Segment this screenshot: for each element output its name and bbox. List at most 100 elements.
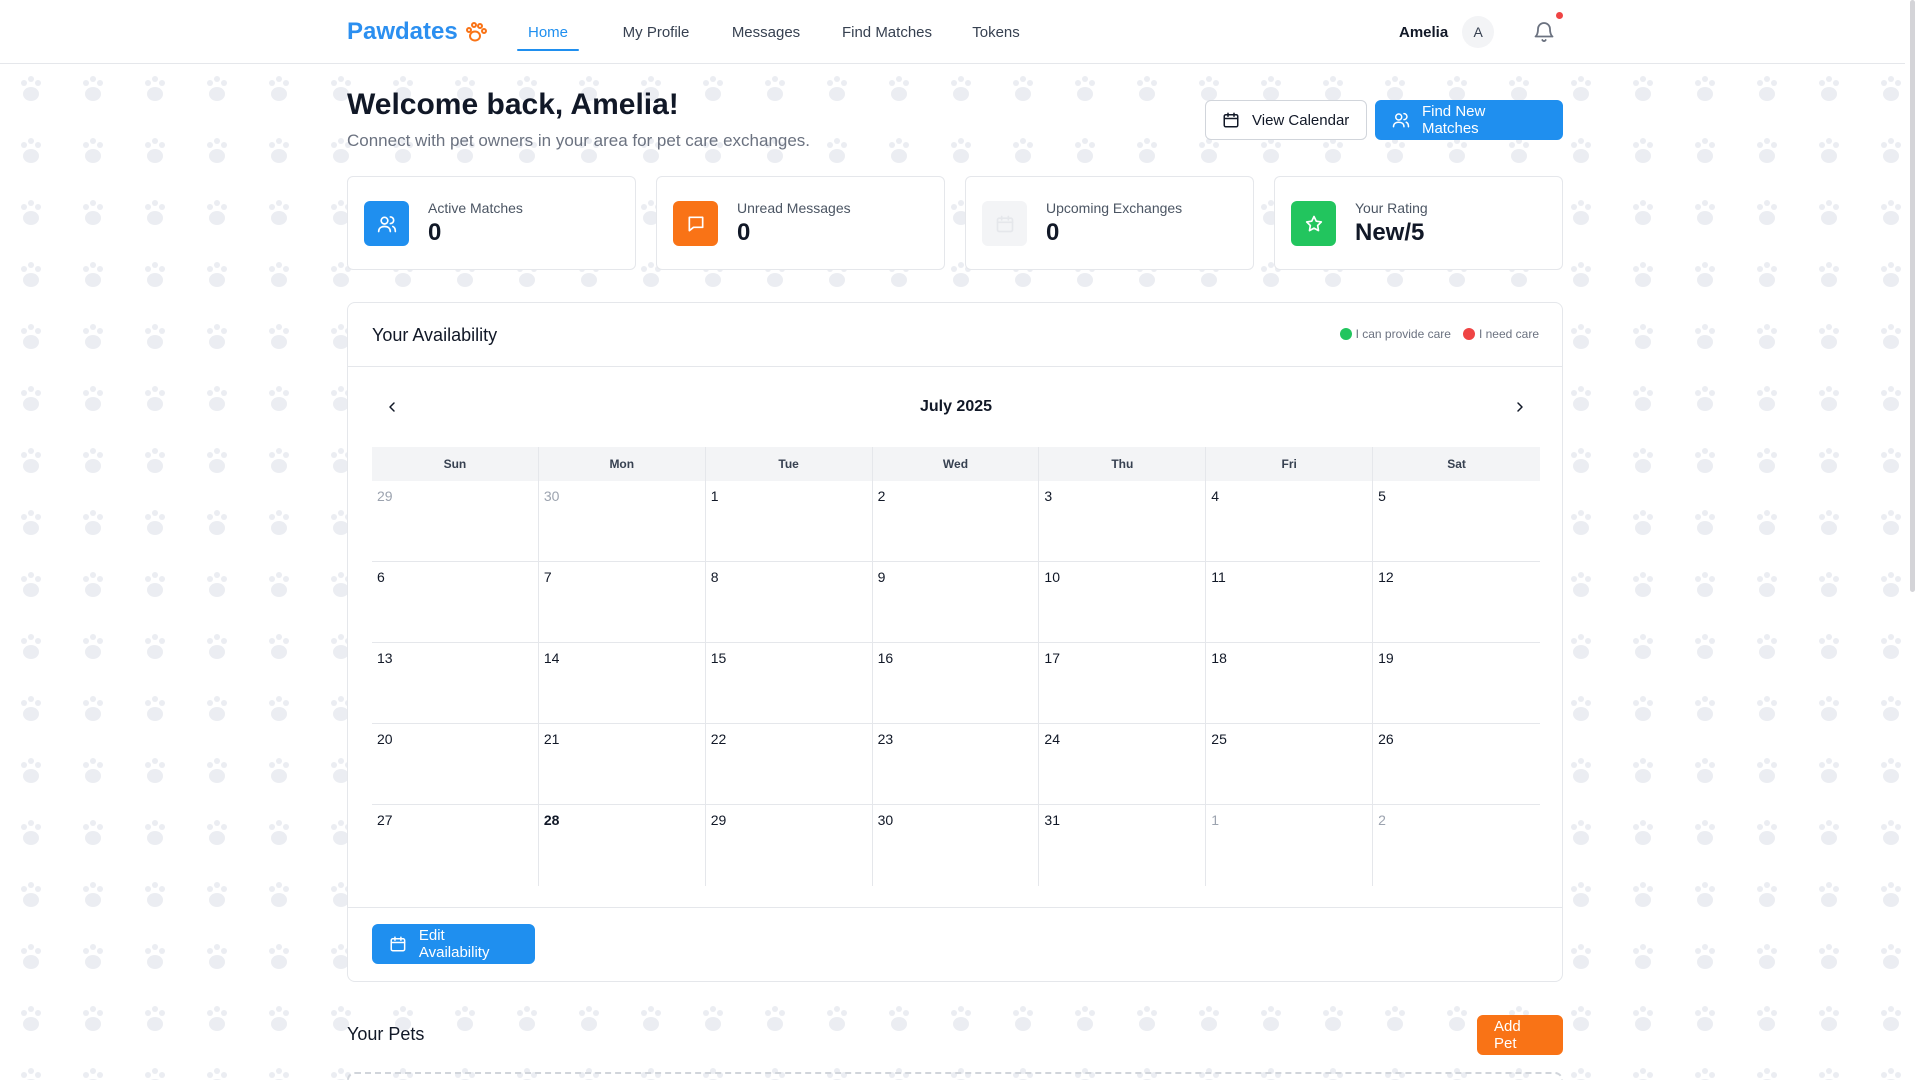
weekday-label: Fri bbox=[1206, 447, 1374, 481]
stat-card-unread-messages[interactable]: Unread Messages 0 bbox=[656, 176, 945, 270]
nav-home[interactable]: Home bbox=[517, 0, 579, 64]
add-pet-button[interactable]: Add Pet bbox=[1477, 1015, 1563, 1055]
stat-value: 0 bbox=[737, 219, 751, 246]
calendar-day-cell[interactable]: 22 bbox=[705, 724, 873, 805]
find-new-matches-label: Find New Matches bbox=[1421, 103, 1486, 137]
calendar-day-cell[interactable]: 25 bbox=[1206, 724, 1374, 805]
stat-value: 0 bbox=[1046, 219, 1060, 246]
calendar-day-cell[interactable]: 2 bbox=[872, 481, 1040, 562]
calendar-day-cell[interactable]: 9 bbox=[872, 562, 1040, 643]
availability-calendar: Sun Mon Tue Wed Thu Fri Sat 29 30 1 2 3 4 5 6 7 8… bbox=[372, 447, 1540, 886]
legend-label: I need care bbox=[1478, 327, 1539, 341]
calendar-day-cell[interactable]: 3 bbox=[1039, 481, 1207, 562]
calendar-day-cell[interactable]: 23 bbox=[872, 724, 1040, 805]
calendar-day-cell[interactable]: 30 bbox=[873, 805, 1040, 886]
user-name: Amelia bbox=[1399, 23, 1449, 41]
calendar-day-cell[interactable]: 15 bbox=[705, 643, 873, 724]
users-icon bbox=[1392, 112, 1410, 128]
legend-label: I can provide care bbox=[1355, 327, 1451, 341]
edit-availability-label: Edit Availability bbox=[418, 927, 490, 961]
weekday-label: Wed bbox=[873, 447, 1040, 481]
edit-availability-button[interactable]: Edit Availability bbox=[372, 924, 535, 964]
brand-logo[interactable]: Pawdates bbox=[347, 16, 488, 48]
star-icon bbox=[1305, 215, 1322, 231]
nav-tokens[interactable]: Tokens bbox=[966, 0, 1026, 64]
calendar-day-cell[interactable]: 26 bbox=[1373, 724, 1540, 805]
weekday-header: Sun Mon Tue Wed Thu Fri Sat bbox=[372, 447, 1540, 481]
brand-name: Pawdates bbox=[347, 18, 458, 45]
stat-card-upcoming-exchanges[interactable]: Upcoming Exchanges 0 bbox=[965, 176, 1254, 270]
calendar-day-cell[interactable]: 8 bbox=[705, 562, 873, 643]
view-calendar-label: View Calendar bbox=[1252, 111, 1350, 129]
view-calendar-button[interactable]: View Calendar bbox=[1205, 100, 1367, 140]
weekday-label: Tue bbox=[706, 447, 873, 481]
scrollbar-thumb[interactable] bbox=[1910, 0, 1915, 592]
legend-dot-red bbox=[1462, 328, 1475, 340]
main-nav: Home My Profile Messages Find Matches To… bbox=[517, 0, 1026, 64]
next-month-button[interactable] bbox=[1508, 395, 1532, 419]
stat-card-active-matches[interactable]: Active Matches 0 bbox=[347, 176, 636, 270]
calendar-day-cell[interactable]: 18 bbox=[1206, 643, 1374, 724]
calendar-day-cell[interactable]: 27 bbox=[372, 805, 539, 886]
paw-icon bbox=[465, 22, 487, 42]
availability-legend: I can provide care I need care bbox=[1339, 327, 1539, 341]
page-title: Welcome back, Amelia! bbox=[347, 88, 679, 121]
calendar-day-cell[interactable]: 21 bbox=[538, 724, 706, 805]
calendar-day-cell[interactable]: 19 bbox=[1373, 643, 1540, 724]
pets-empty-placeholder bbox=[347, 1072, 1563, 1080]
availability-footer: Edit Availability bbox=[348, 907, 1562, 981]
weekday-label: Sat bbox=[1447, 457, 1466, 471]
page-scrollbar[interactable] bbox=[1905, 0, 1920, 1080]
calendar-day-cell[interactable]: 1 bbox=[705, 481, 873, 562]
calendar-day-cell[interactable]: 17 bbox=[1039, 643, 1207, 724]
calendar-day-cell[interactable]: 29 bbox=[706, 805, 873, 886]
calendar-day-cell[interactable]: 4 bbox=[1206, 481, 1374, 562]
pets-section-title: Your Pets bbox=[347, 1024, 425, 1044]
stat-label: Upcoming Exchanges bbox=[1046, 200, 1183, 216]
calendar-day-cell[interactable]: 30 bbox=[538, 481, 706, 562]
calendar-icon bbox=[390, 936, 406, 952]
add-pet-label: Add Pet bbox=[1494, 1018, 1521, 1052]
availability-card: Your Availability I can provide care I n… bbox=[347, 302, 1563, 982]
legend-dot-green bbox=[1339, 328, 1352, 340]
users-icon bbox=[377, 215, 396, 232]
calendar-day-cell[interactable]: 6 bbox=[372, 562, 539, 643]
calendar-day-cell[interactable]: 20 bbox=[372, 724, 539, 805]
calendar-day-cell[interactable]: 10 bbox=[1039, 562, 1207, 643]
nav-messages[interactable]: Messages bbox=[720, 0, 812, 64]
legend-provide-care: I can provide care bbox=[1339, 327, 1451, 341]
calendar-day-cell[interactable]: 29 bbox=[372, 481, 539, 562]
stat-value: 0 bbox=[428, 219, 442, 246]
calendar-day-cell[interactable]: 16 bbox=[872, 643, 1040, 724]
current-month-label: July 2025 bbox=[919, 398, 993, 415]
calendar-day-cell[interactable]: 1 bbox=[1206, 805, 1374, 886]
avatar[interactable]: A bbox=[1462, 16, 1495, 48]
calendar-day-cell[interactable]: 2 bbox=[1373, 805, 1540, 886]
nav-my-profile[interactable]: My Profile bbox=[610, 0, 702, 64]
calendar-icon bbox=[1223, 112, 1239, 128]
calendar-grid: 29 30 1 2 3 4 5 6 7 8 9 10 11 12 13 14 15 16 17 18 19 20 21 22 2… bbox=[372, 481, 1540, 886]
find-new-matches-button[interactable]: Find New Matches bbox=[1375, 100, 1563, 140]
calendar-day-cell[interactable]: 31 bbox=[1039, 805, 1207, 886]
calendar-day-cell[interactable]: 12 bbox=[1373, 562, 1540, 643]
calendar-day-cell[interactable]: 7 bbox=[538, 562, 706, 643]
nav-find-matches[interactable]: Find Matches bbox=[832, 0, 942, 64]
availability-header: Your Availability I can provide care I n… bbox=[348, 303, 1562, 367]
calendar-day-cell[interactable]: 11 bbox=[1206, 562, 1374, 643]
calendar-day-cell[interactable]: 14 bbox=[538, 643, 706, 724]
notification-badge bbox=[1556, 12, 1563, 19]
weekday-label: Thu bbox=[1039, 447, 1207, 481]
calendar-day-cell[interactable]: 5 bbox=[1373, 481, 1540, 562]
chevron-right-icon bbox=[1517, 402, 1523, 412]
stat-card-your-rating[interactable]: Your Rating New/5 bbox=[1274, 176, 1563, 270]
month-navigation: July 2025 bbox=[372, 391, 1540, 423]
calendar-day-cell[interactable]: 13 bbox=[372, 643, 539, 724]
calendar-day-cell[interactable]: 28 bbox=[539, 805, 706, 886]
stat-label: Active Matches bbox=[428, 200, 523, 216]
user-menu[interactable]: Amelia A bbox=[1399, 16, 1495, 48]
stat-label: Your Rating bbox=[1355, 200, 1428, 216]
stat-icon-tile bbox=[364, 201, 409, 246]
stat-icon-tile bbox=[673, 201, 718, 246]
bell-icon[interactable] bbox=[1532, 20, 1556, 44]
calendar-day-cell[interactable]: 24 bbox=[1039, 724, 1207, 805]
